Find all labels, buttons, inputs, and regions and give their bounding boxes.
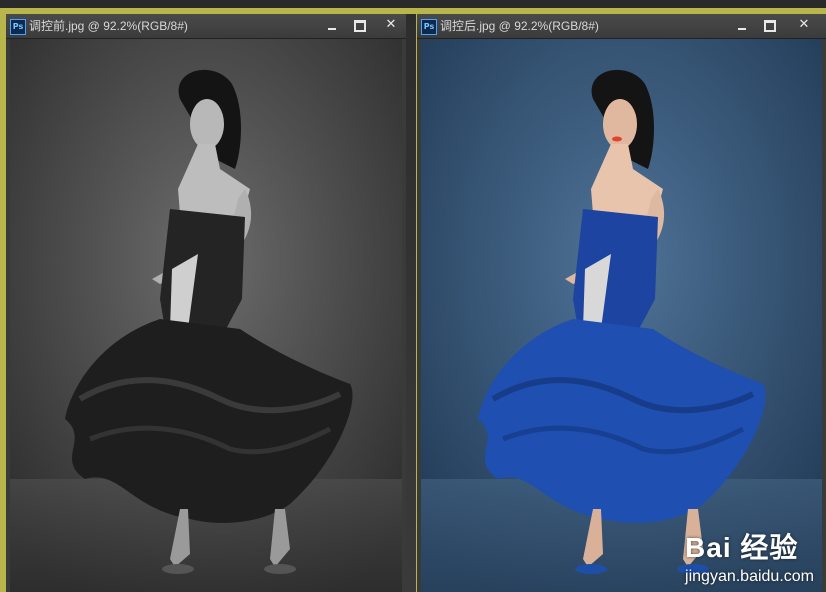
watermark-url: jingyan.baidu.com	[685, 568, 814, 585]
document-window-after[interactable]: Ps 调控后.jpg @ 92.2%(RGB/8#) ✕ Bai 经验 jing…	[417, 14, 826, 592]
minimize-button[interactable]	[729, 15, 755, 35]
watermark-logo-text: Bai 经验	[685, 532, 799, 563]
document-title: 调控前.jpg @ 92.2%(RGB/8#)	[29, 19, 188, 33]
window-separator	[406, 14, 416, 592]
watermark-logo: Bai 经验	[685, 526, 814, 566]
close-button[interactable]: ✕	[791, 15, 817, 35]
photoshop-icon: Ps	[10, 19, 26, 35]
title-bar[interactable]: Ps 调控后.jpg @ 92.2%(RGB/8#) ✕	[417, 14, 826, 39]
image-canvas-after[interactable]: Bai 经验 jingyan.baidu.com	[421, 39, 822, 592]
close-button[interactable]: ✕	[378, 15, 404, 35]
photo-before	[10, 39, 402, 592]
maximize-button[interactable]	[756, 15, 782, 35]
photoshop-icon: Ps	[421, 19, 437, 35]
photo-after	[421, 39, 822, 592]
document-window-before[interactable]: Ps 调控前.jpg @ 92.2%(RGB/8#) ✕	[6, 14, 406, 592]
document-title: 调控后.jpg @ 92.2%(RGB/8#)	[440, 19, 599, 33]
image-canvas-before[interactable]	[10, 39, 402, 592]
minimize-button[interactable]	[319, 15, 345, 35]
screen-top-band	[0, 0, 826, 8]
maximize-button[interactable]	[346, 15, 372, 35]
baidu-jingyan-watermark: Bai 经验 jingyan.baidu.com	[685, 526, 814, 586]
title-bar[interactable]: Ps 调控前.jpg @ 92.2%(RGB/8#) ✕	[6, 14, 406, 39]
